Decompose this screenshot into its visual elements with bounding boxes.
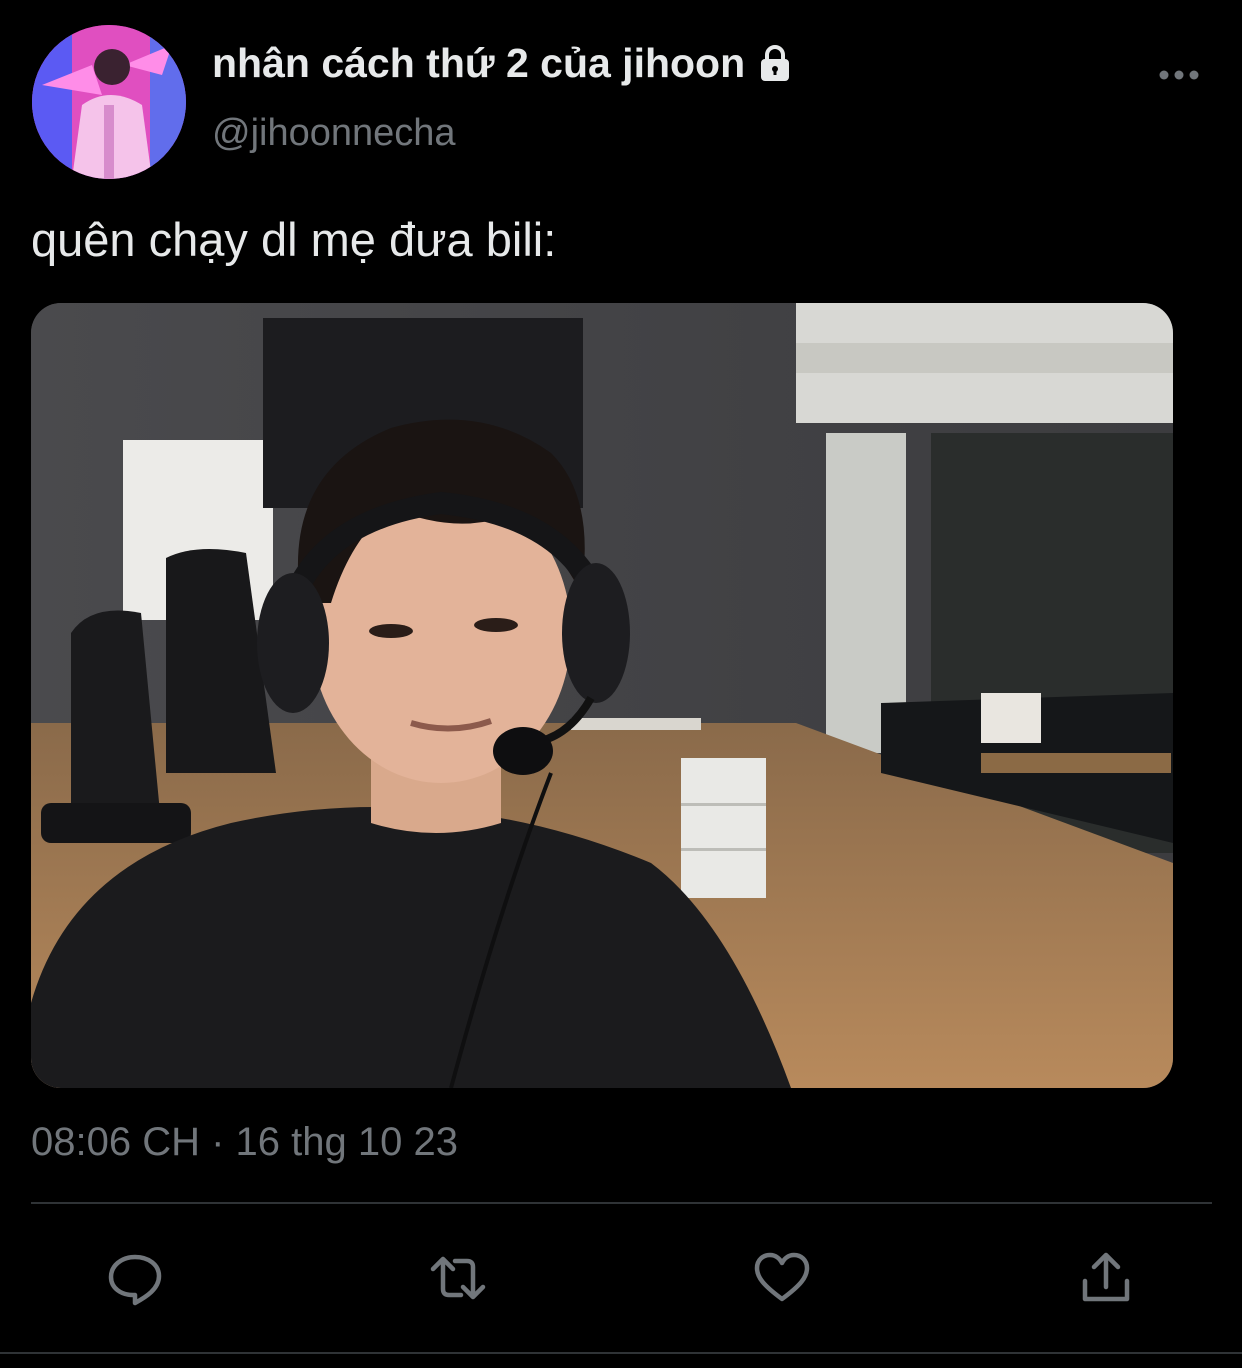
avatar[interactable]: [32, 25, 186, 179]
bottom-divider: [0, 1352, 1242, 1354]
action-bar: [0, 1238, 1242, 1318]
reply-button[interactable]: [95, 1238, 175, 1318]
retweet-button[interactable]: [418, 1238, 498, 1318]
tweet-text: quên chạy dl mẹ đưa bili:: [31, 213, 557, 266]
more-dots-icon[interactable]: [1158, 60, 1200, 90]
display-name-text[interactable]: nhân cách thứ 2 của jihoon: [212, 40, 745, 87]
tweet-timestamp[interactable]: 08:06 CH · 16 thg 10 23: [31, 1120, 458, 1165]
share-button[interactable]: [1066, 1238, 1146, 1318]
webcam-photo[interactable]: [31, 303, 1173, 1088]
tweet-card: nhân cách thứ 2 của jihoon @jihoonnecha …: [0, 0, 1242, 1368]
divider: [31, 1202, 1212, 1204]
display-name[interactable]: nhân cách thứ 2 của jihoon: [212, 40, 795, 87]
retweet-icon: [430, 1256, 486, 1300]
heart-icon: [754, 1252, 810, 1302]
lock-icon: [761, 44, 790, 81]
reply-icon: [108, 1254, 162, 1306]
like-button[interactable]: [742, 1238, 822, 1318]
share-icon: [1082, 1252, 1130, 1302]
user-handle[interactable]: @jihoonnecha: [212, 112, 456, 155]
